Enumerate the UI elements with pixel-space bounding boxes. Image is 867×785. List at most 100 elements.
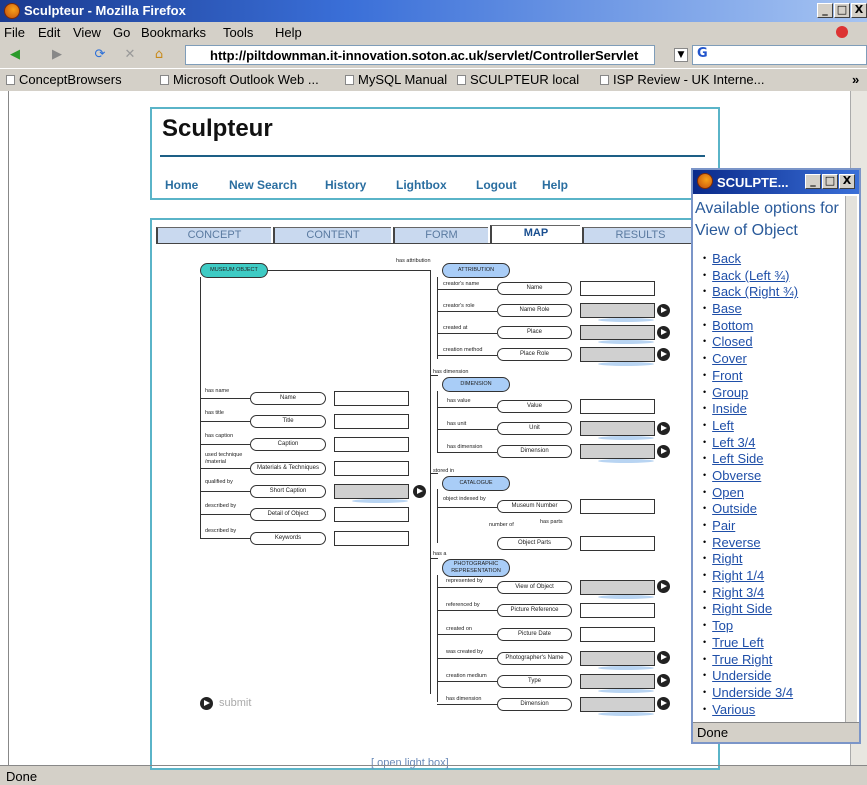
object-parts-field[interactable] (580, 536, 655, 551)
option-link[interactable]: Left (712, 418, 734, 433)
option-link[interactable]: Obverse (712, 468, 761, 483)
minimize-button[interactable]: _ (817, 3, 833, 18)
options-play-icon[interactable] (657, 422, 670, 435)
picture-reference-field[interactable] (580, 603, 655, 618)
name-field[interactable] (334, 391, 409, 406)
back-icon[interactable]: ◀ (6, 47, 24, 63)
picture-date-field[interactable] (580, 627, 655, 642)
nav-lightbox[interactable]: Lightbox (396, 178, 447, 192)
options-play-icon[interactable] (657, 445, 670, 458)
tab-content[interactable]: CONTENT (273, 227, 391, 243)
menu-help[interactable]: Help (275, 25, 302, 40)
option-link[interactable]: Front (712, 368, 742, 383)
popup-minimize-button[interactable]: _ (805, 174, 821, 189)
option-link[interactable]: Cover (712, 351, 747, 366)
option-link[interactable]: Base (712, 301, 742, 316)
museum-number-field[interactable] (580, 499, 655, 514)
nav-logout[interactable]: Logout (476, 178, 517, 192)
option-link[interactable]: Back (Right ¾) (712, 284, 798, 299)
option-link[interactable]: True Right (712, 652, 772, 667)
nav-history[interactable]: History (325, 178, 366, 192)
stop-icon[interactable]: ✕ (121, 47, 139, 63)
menu-tools[interactable]: Tools (223, 25, 253, 40)
forward-icon[interactable]: ▶ (48, 47, 66, 63)
place-role-field[interactable] (580, 347, 655, 362)
url-input[interactable]: http://piltdownman.it-innovation.soton.a… (185, 45, 655, 65)
home-icon[interactable]: ⌂ (150, 47, 168, 63)
reload-icon[interactable]: ⟳ (91, 47, 109, 63)
options-play-icon[interactable] (657, 674, 670, 687)
option-link[interactable]: Back (Left ¾) (712, 268, 789, 283)
option-link[interactable]: Right 3/4 (712, 585, 764, 600)
options-play-icon[interactable] (657, 651, 670, 664)
photographic-representation-node[interactable]: PHOTOGRAPHIC REPRESENTATION (442, 559, 510, 577)
unit-field[interactable] (580, 421, 655, 436)
menu-go[interactable]: Go (113, 25, 130, 40)
bookmark-item[interactable]: Microsoft Outlook Web ... (160, 72, 319, 87)
attribution-node[interactable]: ATTRIBUTION (442, 263, 510, 278)
option-link[interactable]: Reverse (712, 535, 760, 550)
options-play-icon[interactable] (657, 348, 670, 361)
option-link[interactable]: Underside (712, 668, 771, 683)
option-link[interactable]: Right 1/4 (712, 568, 764, 583)
maximize-button[interactable]: □ (834, 3, 850, 18)
option-link[interactable]: Underside 3/4 (712, 685, 793, 700)
menu-view[interactable]: View (73, 25, 101, 40)
bookmark-item[interactable]: ConceptBrowsers (6, 72, 122, 87)
menu-bookmarks[interactable]: Bookmarks (141, 25, 206, 40)
bookmark-item[interactable]: MySQL Manual (345, 72, 447, 87)
option-link[interactable]: Closed (712, 334, 752, 349)
museum-object-node[interactable]: MUSEUM OBJECT (200, 263, 268, 278)
option-link[interactable]: Various (712, 702, 755, 717)
photographers-name-field[interactable] (580, 651, 655, 666)
options-play-icon[interactable] (413, 485, 426, 498)
option-link[interactable]: Right Side (712, 601, 772, 616)
popup-close-button[interactable]: X (839, 174, 855, 189)
submit-icon[interactable] (200, 697, 213, 710)
nav-new-search[interactable]: New Search (229, 178, 297, 192)
bookmark-item[interactable]: ISP Review - UK Interne... (600, 72, 765, 87)
option-link[interactable]: Right (712, 551, 742, 566)
submit-button[interactable]: submit (219, 697, 251, 709)
option-link[interactable]: Top (712, 618, 733, 633)
nav-home[interactable]: Home (165, 178, 198, 192)
dimension-field[interactable] (580, 444, 655, 459)
nav-help[interactable]: Help (542, 178, 568, 192)
tab-concept[interactable]: CONCEPT (156, 227, 271, 243)
materials-field[interactable] (334, 461, 409, 476)
photo-dimension-field[interactable] (580, 697, 655, 712)
options-play-icon[interactable] (657, 304, 670, 317)
tab-map[interactable]: MAP (490, 225, 580, 243)
dimension-node[interactable]: DIMENSION (442, 377, 510, 392)
popup-scrollbar[interactable] (845, 196, 857, 722)
value-field[interactable] (580, 399, 655, 414)
title-field[interactable] (334, 414, 409, 429)
option-link[interactable]: Outside (712, 501, 757, 516)
bookmark-item[interactable]: SCULPTEUR local (457, 72, 579, 87)
place-field[interactable] (580, 325, 655, 340)
short-caption-field[interactable] (334, 484, 409, 499)
option-link[interactable]: True Left (712, 635, 764, 650)
search-input[interactable]: G (692, 45, 867, 65)
option-link[interactable]: Open (712, 485, 744, 500)
tab-form[interactable]: FORM (393, 227, 488, 243)
name-field[interactable] (580, 281, 655, 296)
tab-results[interactable]: RESULTS (582, 227, 697, 243)
url-dropdown-icon[interactable]: ▼ (674, 48, 688, 62)
type-field[interactable] (580, 674, 655, 689)
options-play-icon[interactable] (657, 697, 670, 710)
option-link[interactable]: Pair (712, 518, 735, 533)
option-link[interactable]: Inside (712, 401, 747, 416)
option-link[interactable]: Bottom (712, 318, 753, 333)
option-link[interactable]: Left Side (712, 451, 763, 466)
options-play-icon[interactable] (657, 580, 670, 593)
option-link[interactable]: Group (712, 385, 748, 400)
catalogue-node[interactable]: CATALOGUE (442, 476, 510, 491)
keywords-field[interactable] (334, 531, 409, 546)
close-button[interactable]: X (851, 3, 867, 18)
caption-field[interactable] (334, 437, 409, 452)
options-play-icon[interactable] (657, 326, 670, 339)
view-of-object-field[interactable] (580, 580, 655, 595)
option-link[interactable]: Back (712, 251, 741, 266)
option-link[interactable]: Left 3/4 (712, 435, 755, 450)
